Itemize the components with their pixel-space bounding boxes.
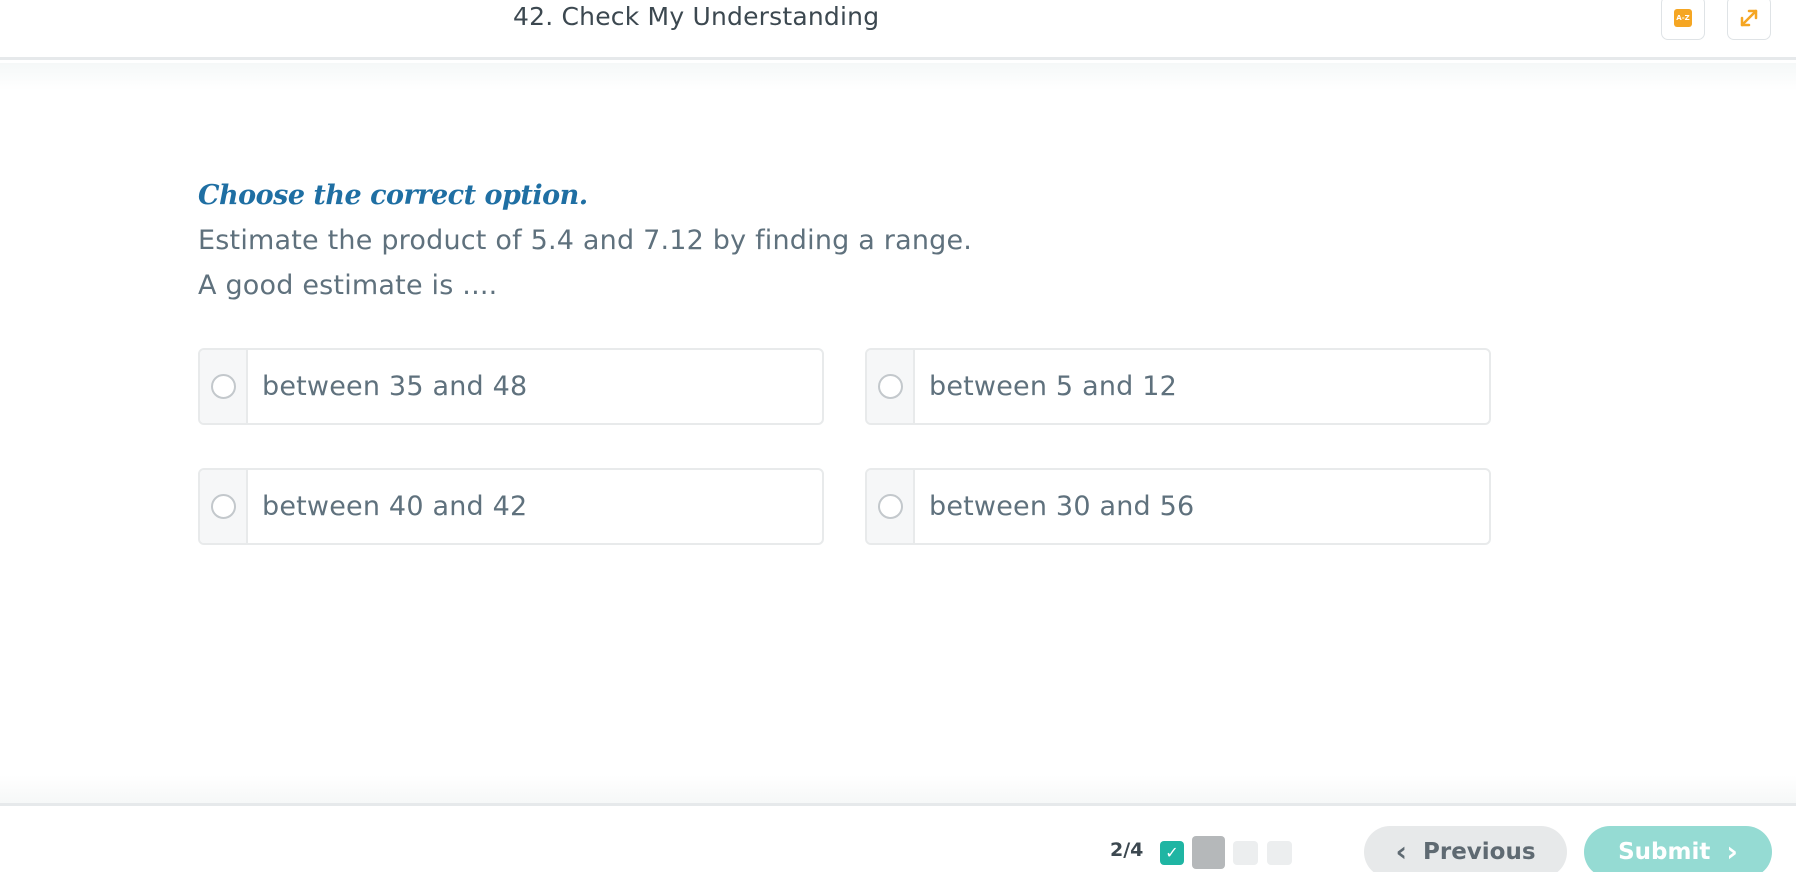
chevron-right-icon: › (1726, 835, 1738, 868)
submit-button[interactable]: Submit › (1584, 826, 1772, 872)
previous-button[interactable]: ‹ Previous (1364, 826, 1567, 872)
answer-option-label: between 40 and 42 (262, 491, 528, 522)
progress-step-pending[interactable] (1233, 841, 1258, 865)
progress-counter: 2/4 (1110, 839, 1144, 861)
progress-step-completed[interactable]: ✓ (1160, 841, 1184, 865)
answer-option[interactable]: between 5 and 12 (865, 348, 1491, 425)
glossary-icon: A-Z (1674, 9, 1692, 27)
glossary-button[interactable]: A-Z (1661, 0, 1705, 40)
header-shadow-band (0, 63, 1796, 91)
radio-button[interactable] (210, 494, 236, 519)
radio-cell (200, 470, 248, 543)
radio-cell (867, 470, 915, 543)
answer-option-label: between 30 and 56 (929, 491, 1195, 522)
footer-bar: 2/4 ✓ ‹ Previous Submit › (0, 803, 1796, 872)
footer-shadow-band (0, 775, 1796, 803)
radio-button[interactable] (210, 374, 236, 399)
expand-icon (1740, 9, 1758, 27)
question-area: Choose the correct option. Estimate the … (198, 180, 1498, 301)
question-prompt-continuation: A good estimate is .... (198, 270, 498, 301)
progress-step-current[interactable] (1192, 836, 1225, 869)
previous-button-label: Previous (1423, 839, 1536, 865)
radio-cell (867, 350, 915, 423)
glossary-icon-text: A-Z (1676, 14, 1690, 22)
progress-step-pending[interactable] (1267, 841, 1292, 865)
answer-option[interactable]: between 40 and 42 (198, 468, 824, 545)
radio-button[interactable] (877, 494, 903, 519)
answer-option[interactable]: between 30 and 56 (865, 468, 1491, 545)
radio-cell (200, 350, 248, 423)
submit-button-label: Submit (1618, 839, 1711, 865)
check-icon: ✓ (1165, 843, 1179, 862)
answer-option[interactable]: between 35 and 48 (198, 348, 824, 425)
question-instruction: Choose the correct option. (198, 180, 588, 211)
answer-option-label: between 5 and 12 (929, 371, 1178, 402)
question-prompt: Estimate the product of 5.4 and 7.12 by … (198, 225, 973, 256)
lesson-title: 42. Check My Understanding (513, 2, 880, 31)
radio-button[interactable] (877, 374, 903, 399)
chevron-left-icon: ‹ (1395, 835, 1407, 868)
expand-button[interactable] (1727, 0, 1771, 40)
top-bar: 42. Check My Understanding A-Z (0, 0, 1796, 60)
answer-option-label: between 35 and 48 (262, 371, 528, 402)
